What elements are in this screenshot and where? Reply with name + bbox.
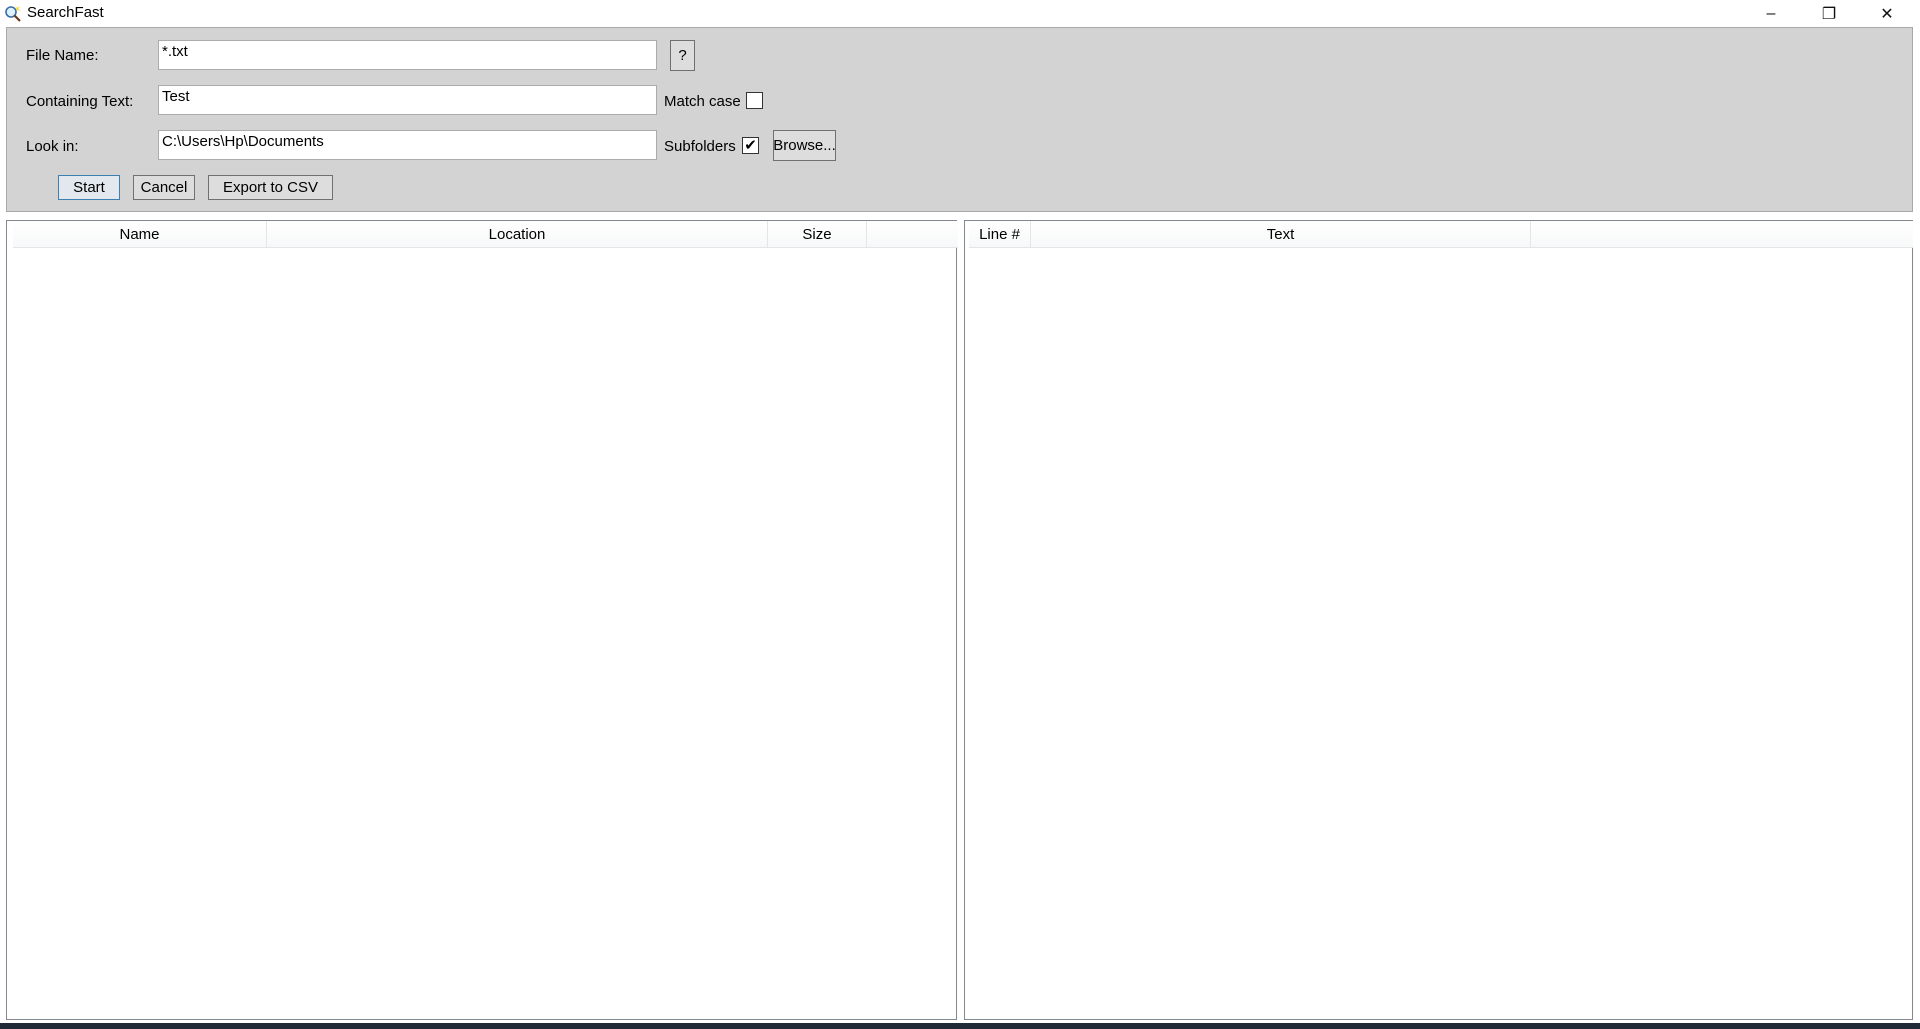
window-title: SearchFast [27,4,104,21]
look-in-input[interactable]: C:\Users\Hp\Documents [158,130,657,160]
browse-button[interactable]: Browse... [773,130,836,161]
restore-button[interactable]: ❐ [1806,0,1852,27]
column-header-size[interactable]: Size [768,221,867,247]
minimize-button[interactable]: – [1748,0,1794,27]
look-in-label: Look in: [26,138,79,155]
export-csv-button[interactable]: Export to CSV [208,175,333,200]
containing-text-input[interactable]: Test [158,85,657,115]
files-list-header: Name Location Size [13,221,958,248]
close-button[interactable]: ✕ [1864,0,1910,27]
column-header-line-number[interactable]: Line # [969,221,1031,247]
files-list[interactable]: Name Location Size [6,220,958,1020]
title-bar: SearchFast – ❐ ✕ [0,0,1920,27]
subfolders-label: Subfolders [664,138,736,155]
file-name-label: File Name: [26,47,99,64]
help-button[interactable]: ? [670,40,695,71]
file-name-input[interactable]: *.txt [158,40,657,70]
taskbar-edge [0,1023,1920,1029]
column-header-filler [1531,221,1913,247]
cancel-button[interactable]: Cancel [133,175,195,200]
close-icon: ✕ [1880,5,1894,23]
start-button[interactable]: Start [58,175,120,200]
column-header-text[interactable]: Text [1031,221,1531,247]
subfolders-checkbox[interactable]: ✔ [742,137,759,154]
magnifier-icon [5,5,21,22]
column-header-location[interactable]: Location [267,221,768,247]
lines-list[interactable]: Line # Text [964,220,1913,1020]
match-case-checkbox[interactable] [746,92,763,109]
match-case-label: Match case [664,93,741,110]
column-header-filler [867,221,958,247]
containing-text-label: Containing Text: [26,93,134,110]
restore-icon: ❐ [1821,5,1837,23]
column-header-name[interactable]: Name [13,221,267,247]
minimize-icon: – [1766,4,1776,22]
lines-list-header: Line # Text [969,221,1913,248]
